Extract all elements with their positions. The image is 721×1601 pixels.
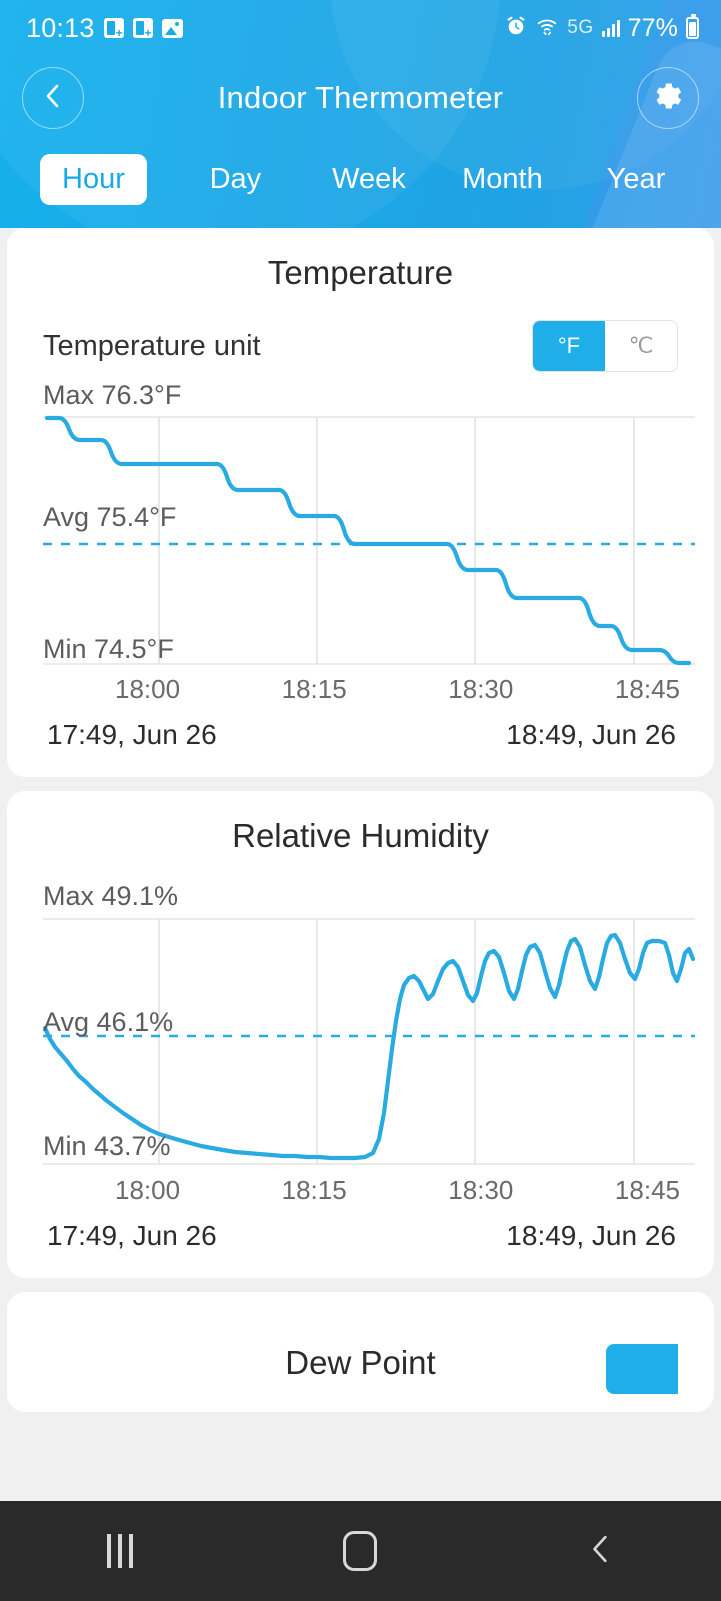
temperature-unit-toggle[interactable]: °F ℃ xyxy=(532,320,678,372)
temperature-unit-row: Temperature unit °F ℃ xyxy=(7,292,714,372)
humidity-card: Relative Humidity Max 49.1% Avg 46.1% Mi… xyxy=(7,791,714,1278)
gear-icon xyxy=(653,81,683,116)
temperature-time-range: 17:49, Jun 26 18:49, Jun 26 xyxy=(7,705,714,777)
battery-icon xyxy=(686,14,699,39)
wifi-icon xyxy=(535,15,559,42)
temperature-unit-label: Temperature unit xyxy=(43,329,261,362)
humidity-time-range: 17:49, Jun 26 18:49, Jun 26 xyxy=(7,1206,714,1278)
recents-icon xyxy=(107,1534,134,1568)
temperature-xtick-1: 18:15 xyxy=(281,674,347,704)
humidity-avg-label: Avg 46.1% xyxy=(43,1007,174,1037)
office-badge-icon xyxy=(103,18,124,39)
settings-button[interactable] xyxy=(637,67,699,129)
scroll-content[interactable]: Temperature Temperature unit °F ℃ Max 76… xyxy=(0,228,721,1601)
recents-button[interactable] xyxy=(60,1521,180,1581)
humidity-xtick-1: 18:15 xyxy=(281,1175,347,1205)
back-button[interactable] xyxy=(22,67,84,129)
alarm-icon xyxy=(505,15,527,42)
period-tabs: Hour Day Week Month Year xyxy=(0,140,721,218)
humidity-xtick-3: 18:45 xyxy=(614,1175,680,1205)
page-title: Indoor Thermometer xyxy=(217,80,504,115)
temperature-xtick-2: 18:30 xyxy=(448,674,514,704)
temperature-xaxis: 18:00 18:15 18:30 18:45 xyxy=(7,672,714,705)
humidity-min-label: Min 43.7% xyxy=(43,1131,171,1161)
unit-option-celsius[interactable]: ℃ xyxy=(605,321,677,371)
temperature-avg-label: Avg 75.4°F xyxy=(43,502,177,532)
phone-screen: 10:13 5G 77% Indoor Thermometer xyxy=(0,0,721,1601)
humidity-chart: Max 49.1% Avg 46.1% Min 43.7% 18:00 18:1… xyxy=(7,881,714,1278)
temperature-xtick-3: 18:45 xyxy=(614,674,680,704)
dewpoint-unit-toggle[interactable] xyxy=(606,1344,678,1394)
temperature-range-start: 17:49, Jun 26 xyxy=(47,719,217,750)
tab-hour[interactable]: Hour xyxy=(40,153,147,205)
temperature-chart: Max 76.3°F Avg 75.4°F Min 74.5°F 18:00 1… xyxy=(7,372,714,777)
home-button[interactable] xyxy=(300,1521,420,1581)
temperature-card-title: Temperature xyxy=(267,254,454,291)
battery-percentage: 77% xyxy=(627,13,678,42)
network-type-label: 5G xyxy=(567,17,594,38)
chevron-left-icon xyxy=(41,82,65,115)
humidity-xaxis: 18:00 18:15 18:30 18:45 xyxy=(7,1173,714,1206)
humidity-card-title: Relative Humidity xyxy=(232,817,489,854)
tab-week[interactable]: Week xyxy=(324,154,414,205)
home-icon xyxy=(343,1531,378,1571)
app-header: Indoor Thermometer xyxy=(0,56,721,140)
photo-icon xyxy=(161,18,183,38)
humidity-range-end: 18:49, Jun 26 xyxy=(506,1220,676,1251)
temperature-max-label: Max 76.3°F xyxy=(43,380,182,410)
humidity-range-start: 17:49, Jun 26 xyxy=(47,1220,217,1251)
tab-day[interactable]: Day xyxy=(190,154,280,205)
unit-option-fahrenheit[interactable]: °F xyxy=(533,321,605,371)
dewpoint-card[interactable]: Dew Point xyxy=(7,1292,714,1412)
humidity-xtick-2: 18:30 xyxy=(448,1175,514,1205)
system-navigation-bar xyxy=(0,1501,721,1601)
temperature-min-label: Min 74.5°F xyxy=(43,634,174,664)
back-chevron-icon xyxy=(588,1533,614,1570)
temperature-range-end: 18:49, Jun 26 xyxy=(506,719,676,750)
tab-month[interactable]: Month xyxy=(457,154,547,205)
humidity-max-label: Max 49.1% xyxy=(43,881,179,911)
status-bar: 10:13 5G 77% xyxy=(0,0,721,56)
signal-bars-icon xyxy=(601,19,620,37)
tab-year[interactable]: Year xyxy=(591,154,681,205)
system-back-button[interactable] xyxy=(541,1521,661,1581)
temperature-xtick-0: 18:00 xyxy=(115,674,181,704)
temperature-card: Temperature Temperature unit °F ℃ Max 76… xyxy=(7,228,714,777)
status-clock: 10:13 xyxy=(26,12,95,43)
humidity-xtick-0: 18:00 xyxy=(115,1175,181,1205)
office-badge-icon xyxy=(132,18,153,39)
